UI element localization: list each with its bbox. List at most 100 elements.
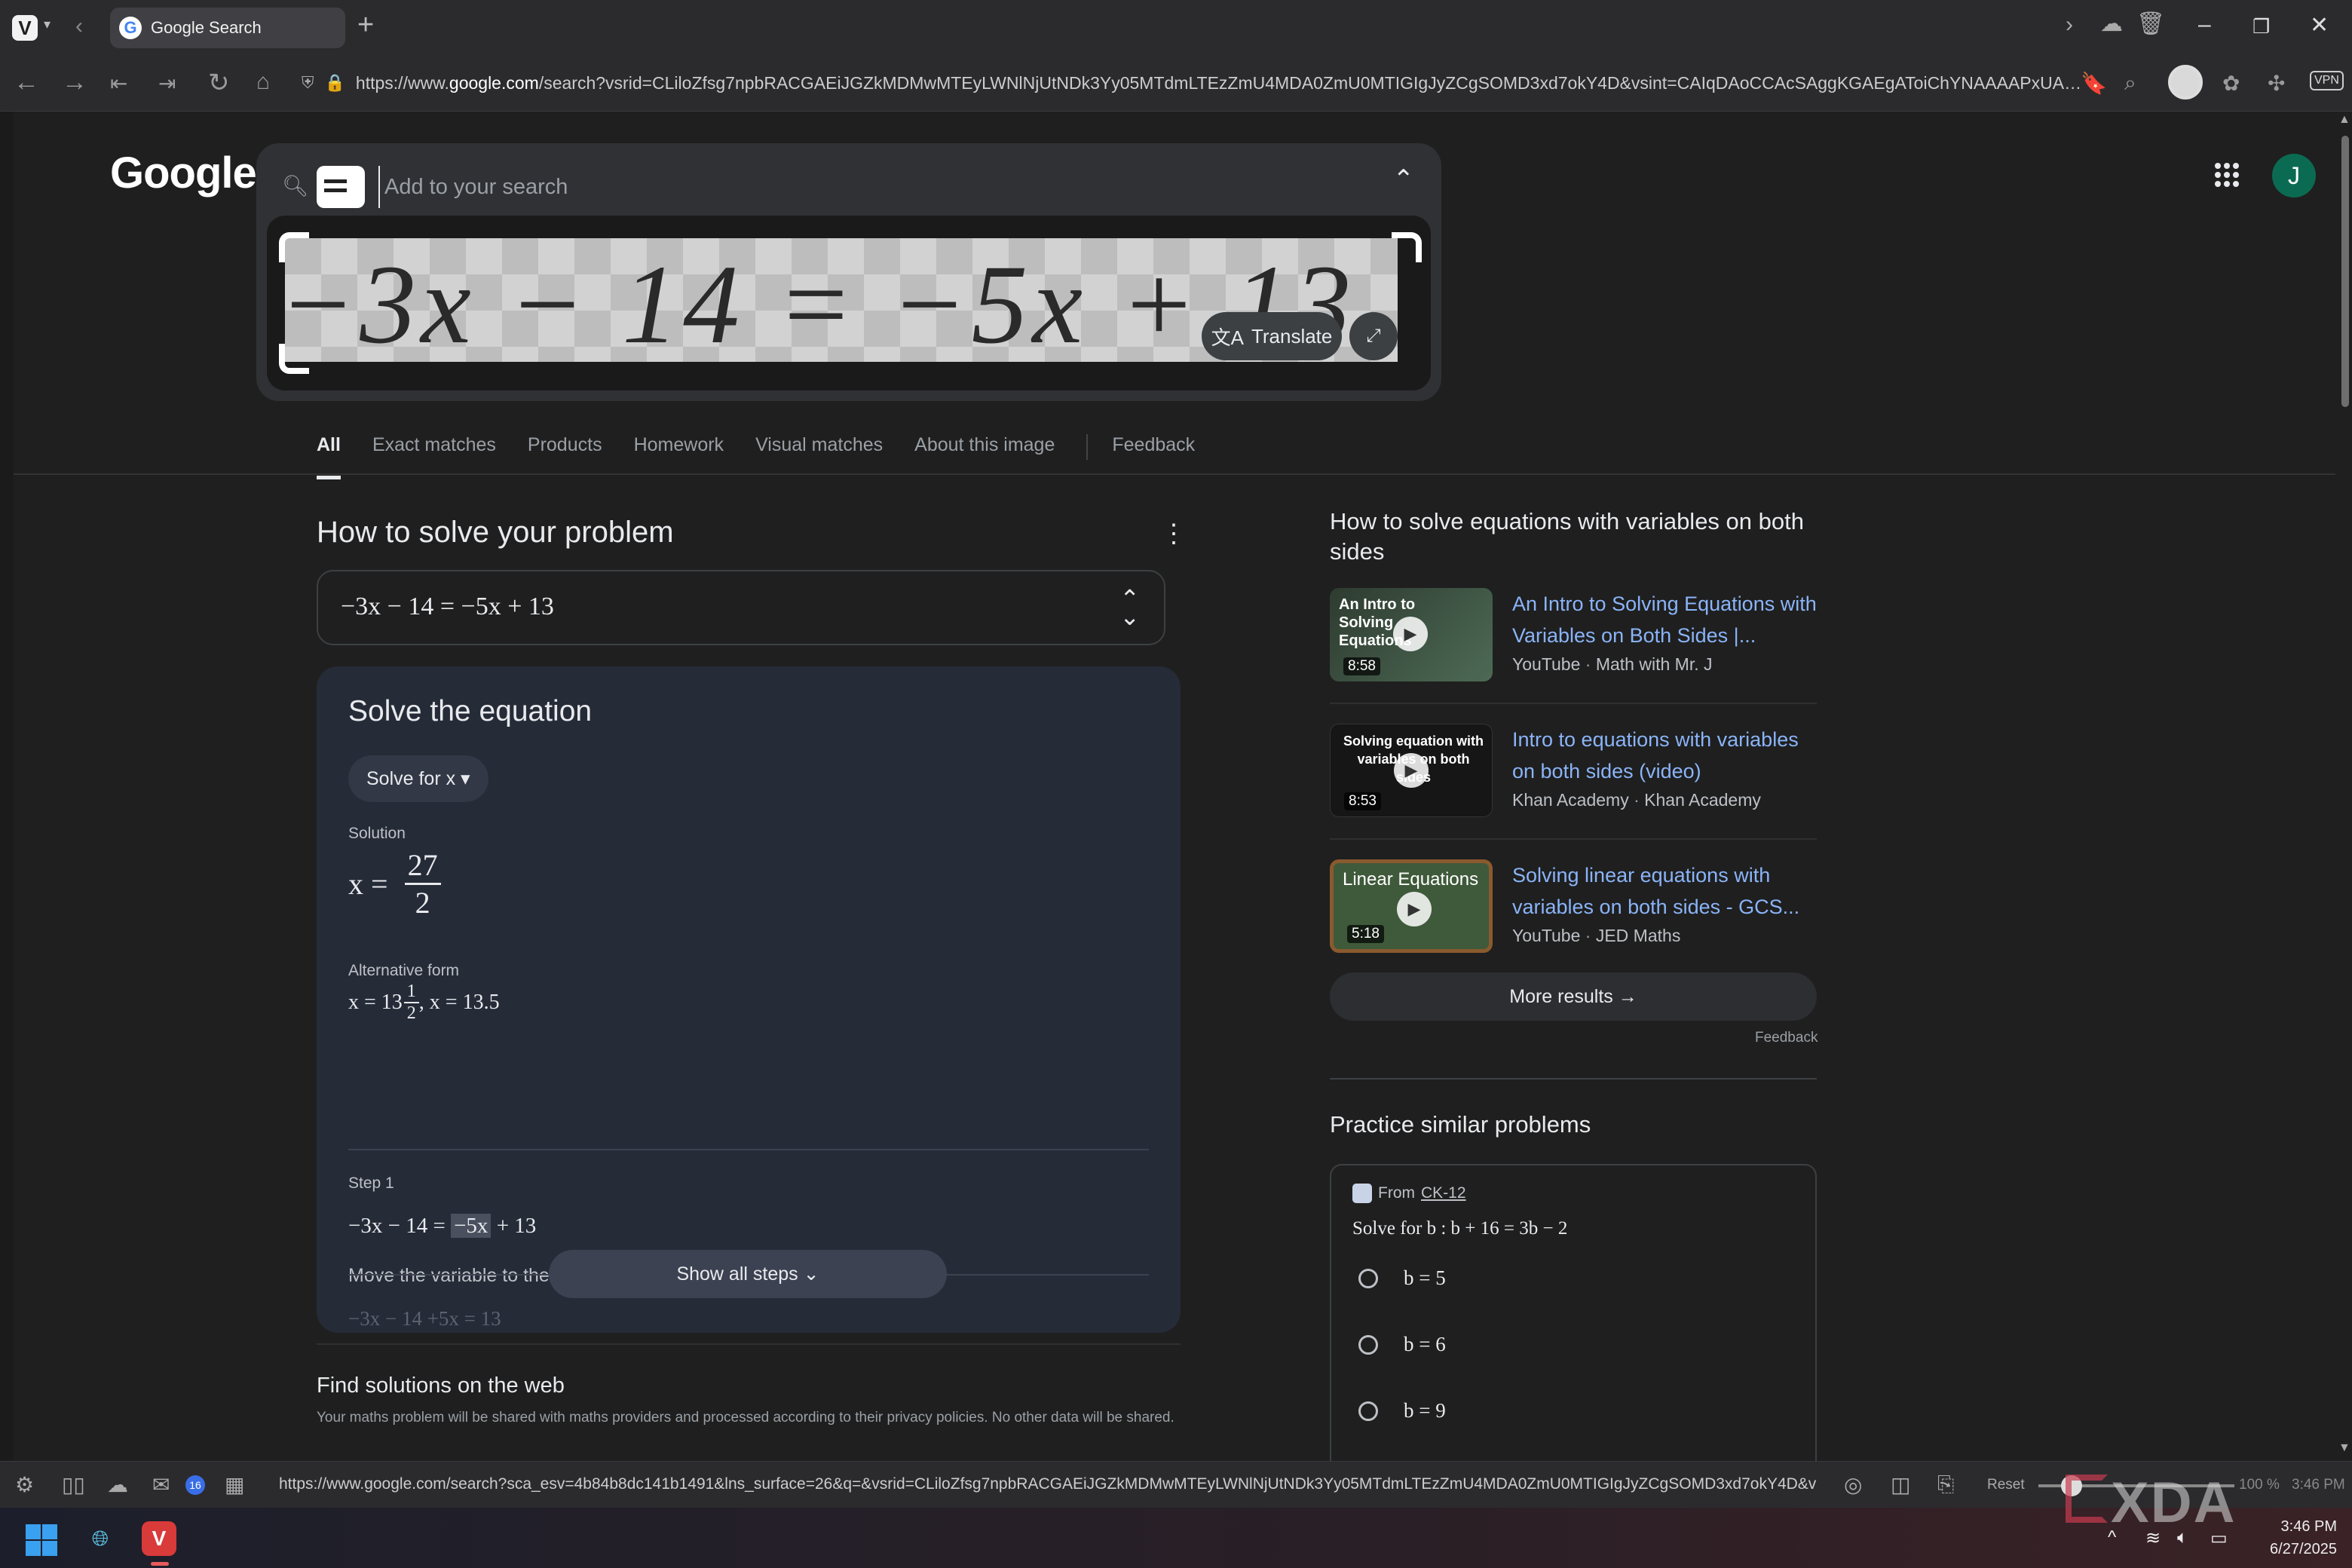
settings-icon[interactable]: ⚙: [15, 1472, 34, 1497]
solve-equation-card: Solve the equation Solve for x ▾ Solutio…: [317, 666, 1181, 1333]
windows-start-icon[interactable]: [26, 1524, 57, 1556]
brain-extension-icon[interactable]: ✿: [2222, 71, 2240, 96]
equation-selector[interactable]: −3x − 14 = −5x + 13 ⌃ ⌄: [317, 570, 1165, 645]
tab-about-this-image[interactable]: About this image: [914, 434, 1055, 479]
minimize-icon[interactable]: –: [2198, 12, 2211, 38]
vpn-button[interactable]: VPN: [2310, 71, 2344, 90]
tab-homework[interactable]: Homework: [634, 434, 724, 479]
solve-for-dropdown[interactable]: Solve for x ▾: [348, 755, 488, 802]
screen: V ▾ ‹ G Google Search + › ☁ 🗑 – ❐ ✕ ← → …: [0, 0, 2352, 1568]
video-thumbnail[interactable]: Linear Equations ▶ 5:18: [1330, 859, 1493, 953]
profile-avatar[interactable]: [2168, 65, 2203, 100]
side-panel-toggle[interactable]: [0, 112, 14, 1461]
tab-all[interactable]: All: [317, 434, 341, 479]
video-title[interactable]: Intro to equations with variables on bot…: [1512, 724, 1821, 787]
solution-label: Solution: [348, 825, 406, 842]
tab-history-back-icon[interactable]: ‹: [75, 14, 83, 39]
web-solutions-heading: Find solutions on the web: [317, 1374, 565, 1398]
expand-icon[interactable]: ⤢: [1349, 312, 1398, 360]
restore-icon[interactable]: ❐: [2252, 15, 2270, 38]
answer-option[interactable]: b = 5: [1358, 1266, 1446, 1290]
tab-google-search[interactable]: G Google Search: [110, 8, 345, 48]
video-thumbnail[interactable]: Solving equation with variables on both …: [1330, 724, 1493, 817]
page-scrollbar[interactable]: ▲ ▼: [2335, 112, 2352, 1461]
ck12-link[interactable]: CK-12: [1421, 1184, 1466, 1202]
translate-button[interactable]: 文A Translate: [1202, 312, 1342, 360]
taskbar-clock[interactable]: 3:46 PM 6/27/2025: [2246, 1515, 2337, 1560]
globe-app-icon[interactable]: 🌐︎: [83, 1521, 118, 1556]
windows-taskbar: 🌐︎ V ^ ≋ 🔈︎ ▭ 3:46 PM 6/27/2025: [0, 1508, 2352, 1568]
tab-visual-matches[interactable]: Visual matches: [755, 434, 883, 479]
search-icon[interactable]: ⌕: [2124, 71, 2136, 96]
radio-button[interactable]: [1358, 1268, 1378, 1288]
url-field[interactable]: ⛨ 🔒 https://www.google.com/search?vsrid=…: [302, 63, 2093, 103]
fast-forward-icon[interactable]: ⇥: [158, 71, 176, 96]
account-avatar[interactable]: J: [2272, 154, 2316, 198]
reload-icon[interactable]: ↻: [208, 68, 230, 98]
privacy-disclaimer: Your maths problem will be shared with m…: [317, 1410, 1174, 1426]
calendar-icon[interactable]: ▦: [225, 1472, 244, 1497]
scroll-up-icon[interactable]: ▲: [2338, 113, 2350, 127]
feedback-link[interactable]: Feedback: [1755, 1030, 1818, 1046]
capture-icon[interactable]: ◎: [1844, 1472, 1862, 1497]
tab-products[interactable]: Products: [528, 434, 602, 479]
crop-handle-bottom-left[interactable]: [279, 344, 309, 374]
radio-button[interactable]: [1358, 1401, 1378, 1421]
page-actions-icon[interactable]: ⎘: [1937, 1472, 1954, 1497]
cloud-icon[interactable]: ☁: [2100, 11, 2123, 37]
home-icon[interactable]: ⌂: [256, 69, 270, 95]
tab-exact-matches[interactable]: Exact matches: [372, 434, 496, 479]
step-equation: −3x − 14 = −5x + 13: [348, 1214, 537, 1238]
add-to-search-input[interactable]: [378, 166, 1283, 208]
alt-form-label: Alternative form: [348, 962, 460, 979]
chevron-down-icon: ⌄: [803, 1263, 819, 1285]
extensions-icon[interactable]: ✣: [2268, 71, 2285, 96]
chevron-up-icon[interactable]: ⌃: [1393, 164, 1415, 194]
zoom-reset-button[interactable]: Reset: [1987, 1477, 2025, 1493]
mail-count-badge: 16: [185, 1475, 205, 1495]
close-icon[interactable]: ✕: [2310, 12, 2329, 38]
tab-title: Google Search: [151, 18, 262, 37]
panel-toggle-icon[interactable]: ▯▯: [62, 1472, 85, 1497]
video-result[interactable]: Solving equation with variables on both …: [1330, 724, 1817, 835]
tab-strip: V ▾ ‹ G Google Search + › ☁ 🗑 – ❐ ✕: [0, 0, 2352, 54]
apps-grid-icon[interactable]: [2215, 163, 2239, 187]
query-image-thumbnail[interactable]: [317, 166, 365, 208]
trash-icon[interactable]: 🗑: [2136, 11, 2165, 37]
video-thumbnail[interactable]: An Intro to Solving Equations ▶ 8:58: [1330, 588, 1493, 681]
video-result[interactable]: An Intro to Solving Equations ▶ 8:58 An …: [1330, 588, 1817, 700]
forward-icon[interactable]: →: [62, 68, 87, 97]
vivaldi-menu-icon[interactable]: V: [12, 15, 38, 41]
tiling-icon[interactable]: ◫: [1891, 1472, 1910, 1497]
rewind-icon[interactable]: ⇤: [110, 71, 127, 96]
more-options-icon[interactable]: ⋮: [1161, 519, 1187, 549]
xda-watermark: XDA: [2111, 1471, 2237, 1535]
scroll-thumb[interactable]: [2341, 136, 2349, 407]
sync-cloud-icon[interactable]: ☁: [107, 1472, 128, 1497]
more-results-button[interactable]: More results →: [1330, 972, 1817, 1021]
results-tabs: All Exact matches Products Homework Visu…: [317, 434, 1227, 479]
answer-option[interactable]: b = 9: [1358, 1399, 1446, 1423]
answer-option[interactable]: b = 6: [1358, 1333, 1446, 1356]
new-tab-icon[interactable]: +: [357, 9, 374, 41]
video-result[interactable]: Linear Equations ▶ 5:18 Solving linear e…: [1330, 859, 1817, 971]
google-logo[interactable]: Google: [110, 148, 257, 198]
chevron-down-icon[interactable]: ▾: [44, 17, 51, 32]
crop-handle-top-left[interactable]: [279, 232, 309, 262]
show-all-steps-button[interactable]: Show all steps ⌄: [549, 1250, 947, 1298]
bookmark-icon[interactable]: 🔖: [2081, 71, 2107, 96]
scroll-down-icon[interactable]: ▼: [2338, 1441, 2350, 1455]
mail-icon[interactable]: ✉: [152, 1472, 170, 1497]
radio-button[interactable]: [1358, 1334, 1378, 1355]
tabs-divider: [1086, 434, 1089, 460]
practice-question: Solve for b : b + 16 = 3b − 2: [1352, 1218, 1568, 1239]
video-title[interactable]: Solving linear equations with variables …: [1512, 859, 1821, 923]
back-icon[interactable]: ←: [14, 68, 39, 97]
crop-handle-top-right[interactable]: [1392, 232, 1422, 262]
active-app-indicator: [151, 1562, 169, 1566]
tab-feedback[interactable]: Feedback: [1112, 434, 1195, 479]
tabs-underline: [14, 473, 2335, 475]
chevron-right-icon[interactable]: ›: [2066, 12, 2073, 38]
video-title[interactable]: An Intro to Solving Equations with Varia…: [1512, 588, 1821, 651]
vivaldi-app-icon[interactable]: V: [142, 1521, 176, 1556]
